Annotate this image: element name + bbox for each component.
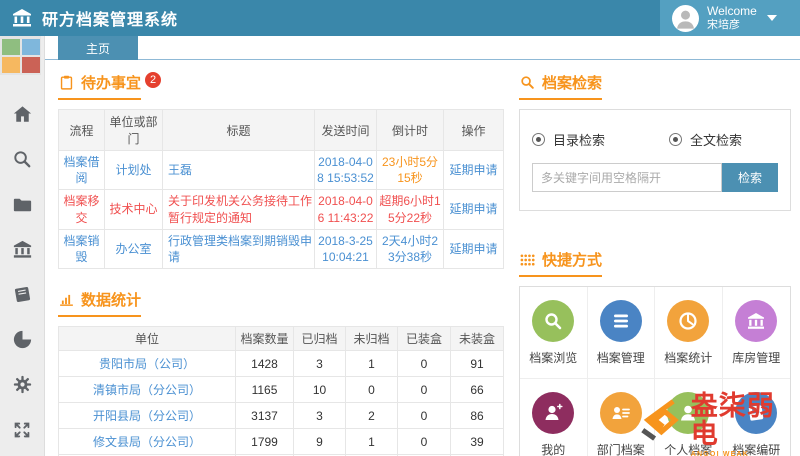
search-panel: 目录检索 全文检索 检索	[519, 109, 791, 211]
shortcut-my-items[interactable]: 我的	[520, 379, 588, 456]
shortcut-archive-manage[interactable]: 档案管理	[588, 287, 656, 379]
app-header: 研方档案管理系统 Welcome 宋培彦	[0, 0, 800, 36]
user-avatar	[672, 5, 699, 32]
stats-table: 单位 档案数量 已归档 未归档 已装盒 未装盒 贵阳市局（公司） 1428 3 …	[58, 326, 504, 456]
shortcut-warehouse-manage[interactable]: 库房管理	[723, 287, 791, 379]
shortcut-department-archive[interactable]: 部门档案	[588, 379, 656, 456]
app-title: 研方档案管理系统	[42, 6, 178, 30]
shortcuts-section-title: 快捷方式	[519, 249, 602, 277]
stats-row: 清镇市局（分公司） 1165 10 0 0 66	[59, 377, 504, 403]
radio-catalog-label[interactable]: 目录检索	[553, 130, 605, 149]
chevron-down-icon	[767, 15, 777, 21]
tab-home[interactable]: 主页	[58, 36, 138, 60]
shortcuts-grid: 档案浏览 档案管理 档案统计	[519, 286, 791, 456]
todo-table: 流程 单位或部门 标题 发送时间 倒计时 操作 档案借阅 计划处 王磊 2018…	[58, 109, 504, 269]
stats-section-title: 数据统计	[58, 289, 141, 317]
user-info: Welcome 宋培彦	[707, 5, 757, 31]
todo-header-row: 流程 单位或部门 标题 发送时间 倒计时 操作	[59, 110, 504, 151]
settings-gear-icon[interactable]	[11, 373, 34, 396]
unit-link[interactable]: 修文县局（分公司）	[93, 435, 201, 449]
tab-bar: 主页	[45, 36, 800, 60]
stats-row: 开阳县局（分公司） 3137 3 2 0 86	[59, 403, 504, 429]
person-plus-icon	[532, 392, 574, 434]
bar-chart-icon	[58, 291, 75, 308]
radio-fulltext-search[interactable]	[669, 133, 682, 146]
fullscreen-icon[interactable]	[11, 418, 34, 441]
clipboard-icon	[58, 74, 75, 91]
bank-icon	[735, 300, 777, 342]
unit-link[interactable]: 开阳县局（分公司）	[93, 409, 201, 423]
app-logo-bank-icon	[10, 6, 34, 30]
search-icon	[519, 74, 536, 91]
todo-count-badge: 2	[145, 72, 161, 88]
search-button[interactable]: 检索	[722, 163, 778, 192]
user-menu[interactable]: Welcome 宋培彦	[660, 0, 800, 36]
postpone-link[interactable]: 延期申请	[449, 163, 497, 177]
people-list-icon	[600, 392, 642, 434]
folder-icon[interactable]	[11, 193, 34, 216]
shortcut-archive-browse[interactable]: 档案浏览	[520, 287, 588, 379]
radio-catalog-search[interactable]	[532, 133, 545, 146]
search-section-title: 档案检索	[519, 72, 602, 100]
brand-squares-logo	[0, 36, 41, 75]
postpone-link[interactable]: 延期申请	[449, 202, 497, 216]
stats-header-row: 单位 档案数量 已归档 未归档 已装盒 未装盒	[59, 327, 504, 351]
todo-section-title: 待办事宜	[58, 72, 141, 100]
pie-chart-icon[interactable]	[11, 328, 34, 351]
clock-pie-icon	[667, 300, 709, 342]
sidebar	[0, 36, 45, 456]
search-icon	[532, 300, 574, 342]
shortcut-archive-stats[interactable]: 档案统计	[655, 287, 723, 379]
list-icon	[600, 300, 642, 342]
shortcut-personal-archive[interactable]: 个人档案	[655, 379, 723, 456]
search-icon[interactable]	[11, 148, 34, 171]
person-icon	[667, 392, 709, 434]
stats-row: 贵阳市局（公司） 1428 3 1 0 91	[59, 351, 504, 377]
todo-row: 档案移交 技术中心 关于印发机关公务接待工作暂行规定的通知 2018-04-06…	[59, 190, 504, 229]
archive-bank-icon[interactable]	[11, 238, 34, 261]
welcome-text: Welcome	[707, 5, 757, 19]
unit-link[interactable]: 清镇市局（分公司）	[93, 383, 201, 397]
todo-row: 档案销毁 办公室 行政管理类档案到期销毁申请 2018-3-25 10:04:2…	[59, 229, 504, 268]
book-icon[interactable]	[11, 283, 34, 306]
todo-row: 档案借阅 计划处 王磊 2018-04-08 15:53:52 23小时5分15…	[59, 151, 504, 190]
home-icon[interactable]	[11, 103, 34, 126]
username-text: 宋培彦	[707, 19, 757, 32]
book-icon	[735, 392, 777, 434]
radio-fulltext-label[interactable]: 全文检索	[690, 130, 742, 149]
grid-dots-icon	[519, 253, 536, 267]
shortcut-archive-compile[interactable]: 档案编研	[723, 379, 791, 456]
stats-row: 修文县局（分公司） 1799 9 1 0 39	[59, 429, 504, 455]
postpone-link[interactable]: 延期申请	[449, 242, 497, 256]
search-input[interactable]	[532, 163, 722, 192]
unit-link[interactable]: 贵阳市局（公司）	[99, 357, 195, 371]
